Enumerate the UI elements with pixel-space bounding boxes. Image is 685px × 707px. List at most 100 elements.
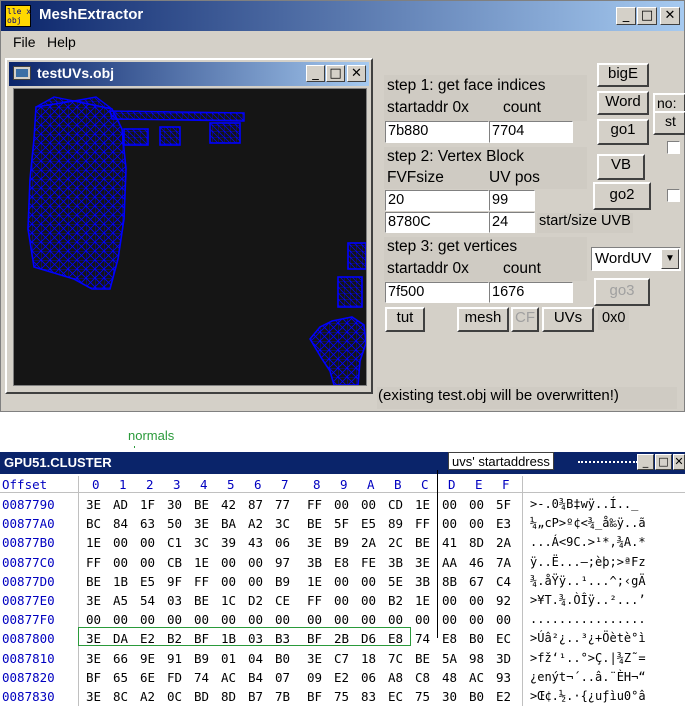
hex-byte[interactable]: 00 — [361, 574, 376, 589]
hex-byte[interactable]: BE — [415, 651, 430, 666]
tut-button[interactable]: tut — [385, 307, 425, 332]
hex-minimize-icon[interactable]: _ — [637, 454, 654, 470]
hex-byte[interactable]: 8D — [221, 689, 236, 704]
hex-byte[interactable]: B9 — [334, 535, 349, 550]
hex-byte[interactable]: B2 — [388, 593, 403, 608]
hex-byte[interactable]: E5 — [361, 516, 376, 531]
hex-byte[interactable]: 75 — [334, 689, 349, 704]
hex-byte[interactable]: 1E — [307, 574, 322, 589]
hex-byte[interactable]: 97 — [275, 555, 290, 570]
app-icon[interactable]: lle x obj — [5, 5, 31, 27]
hex-row[interactable]: 00877A0 BC 84 63 50 3E BA A2 3C BE 5F E5 89 FF 00 00 E3 ¼… — [0, 516, 685, 534]
hex-byte[interactable]: 6E — [140, 670, 155, 685]
hex-byte[interactable]: 39 — [221, 535, 236, 550]
hex-byte[interactable]: CB — [167, 555, 182, 570]
hex-byte[interactable]: 75 — [415, 689, 430, 704]
hex-byte[interactable]: 8B — [442, 574, 457, 589]
hex-byte[interactable]: 00 — [140, 535, 155, 550]
hex-byte[interactable]: E3 — [496, 516, 511, 531]
go1-button[interactable]: go1 — [597, 119, 649, 145]
mesh-button[interactable]: mesh — [457, 307, 509, 332]
hex-byte[interactable]: 04 — [248, 651, 263, 666]
hex-byte[interactable]: FF — [194, 574, 209, 589]
hex-byte[interactable]: 2A — [496, 535, 511, 550]
hex-byte[interactable]: AC — [469, 670, 484, 685]
go3-button[interactable]: go3 — [594, 278, 650, 306]
hex-byte[interactable]: AD — [113, 497, 128, 512]
hex-byte[interactable]: 1F — [140, 497, 155, 512]
hex-row[interactable]: 0087820 BF 65 6E FD 74 AC B4 07 09 E2 06 A8 C8 48 AC 93 ¿… — [0, 670, 685, 688]
hex-byte[interactable]: BD — [194, 689, 209, 704]
step1-startaddr-field[interactable]: 7b880 — [385, 121, 489, 143]
hex-byte[interactable]: BE — [415, 535, 430, 550]
hex-byte[interactable]: FF — [415, 516, 430, 531]
hex-byte[interactable]: 42 — [221, 497, 236, 512]
hex-byte[interactable]: 00 — [442, 516, 457, 531]
cut-off-checkbox-2[interactable] — [667, 189, 680, 202]
hex-row[interactable]: 00877B0 1E 00 00 C1 3C 39 43 06 3E B9 2A 2C BE 41 8D 2A.… — [0, 535, 685, 553]
hex-byte[interactable]: 00 — [248, 612, 263, 627]
hex-title-bar[interactable]: GPU51.CLUSTER uvs' startaddress _ □ ✕ — [0, 452, 685, 474]
hex-byte[interactable]: 9E — [140, 651, 155, 666]
hex-byte[interactable]: 67 — [469, 574, 484, 589]
hex-byte[interactable]: 00 — [442, 612, 457, 627]
hex-byte[interactable]: 00 — [469, 497, 484, 512]
hex-row[interactable]: 00877E0 3E A5 54 03 BE 1C D2 CE FF 00 00 B2 1E 00 00 92 >… — [0, 593, 685, 611]
uv-block-size-field[interactable]: 24 — [489, 212, 535, 233]
cut-off-checkbox-1[interactable] — [667, 141, 680, 154]
hex-byte[interactable]: CD — [388, 497, 403, 512]
hex-byte[interactable]: 09 — [307, 670, 322, 685]
hex-byte[interactable]: 03 — [167, 593, 182, 608]
hex-byte[interactable]: 3E — [194, 516, 209, 531]
hex-byte[interactable]: 00 — [113, 555, 128, 570]
hex-byte[interactable]: 1B — [113, 574, 128, 589]
hex-byte[interactable]: E5 — [140, 574, 155, 589]
hex-byte[interactable]: 3B — [307, 555, 322, 570]
hex-byte[interactable]: 41 — [442, 535, 457, 550]
hex-byte[interactable]: 3E — [307, 535, 322, 550]
minimize-icon[interactable]: _ — [616, 7, 636, 25]
maximize-icon[interactable]: □ — [637, 7, 657, 25]
hex-byte[interactable]: 98 — [469, 651, 484, 666]
chevron-down-icon[interactable]: ▼ — [661, 249, 679, 269]
hex-byte[interactable]: BF — [86, 670, 101, 685]
hex-byte[interactable]: 00 — [469, 516, 484, 531]
hex-byte[interactable]: 87 — [248, 497, 263, 512]
uvpos-field[interactable]: 99 — [489, 190, 535, 211]
hex-byte[interactable]: 74 — [415, 631, 430, 646]
hex-byte[interactable]: 50 — [167, 516, 182, 531]
hex-byte[interactable]: 06 — [361, 670, 376, 685]
vb-button[interactable]: VB — [597, 154, 645, 180]
hex-byte[interactable]: 3D — [496, 651, 511, 666]
menu-help[interactable]: Help — [47, 34, 76, 50]
hex-byte[interactable]: 8D — [469, 535, 484, 550]
cf-button[interactable]: CF — [511, 307, 539, 332]
hex-byte[interactable]: D2 — [248, 593, 263, 608]
hex-byte[interactable]: 8C — [113, 689, 128, 704]
viewer-maximize-icon[interactable]: □ — [326, 65, 345, 82]
hex-byte[interactable]: B0 — [275, 651, 290, 666]
hex-byte[interactable]: 00 — [442, 497, 457, 512]
hex-byte[interactable]: EC — [496, 631, 511, 646]
hex-byte[interactable]: 74 — [194, 670, 209, 685]
hex-byte[interactable]: 30 — [442, 689, 457, 704]
hex-byte[interactable]: BC — [86, 516, 101, 531]
hex-byte[interactable]: 9F — [167, 574, 182, 589]
hex-byte[interactable]: C4 — [496, 574, 511, 589]
uv-block-start-field[interactable]: 8780C — [385, 212, 489, 233]
hex-byte[interactable]: FF — [307, 497, 322, 512]
hex-byte[interactable]: 5E — [388, 574, 403, 589]
hex-byte[interactable]: B0 — [469, 631, 484, 646]
viewer-close-icon[interactable]: ✕ — [347, 65, 366, 82]
hex-byte[interactable]: BE — [86, 574, 101, 589]
hex-byte[interactable]: FF — [86, 555, 101, 570]
hex-byte[interactable]: 2A — [361, 535, 376, 550]
hex-byte[interactable]: FF — [307, 593, 322, 608]
hex-byte[interactable]: 00 — [140, 612, 155, 627]
hex-byte[interactable]: 00 — [307, 612, 322, 627]
hex-byte[interactable]: 00 — [334, 497, 349, 512]
go2-button[interactable]: go2 — [593, 182, 651, 210]
hex-byte[interactable]: 00 — [248, 555, 263, 570]
hex-close-icon[interactable]: ✕ — [673, 454, 685, 470]
hex-byte[interactable]: 3C — [194, 535, 209, 550]
